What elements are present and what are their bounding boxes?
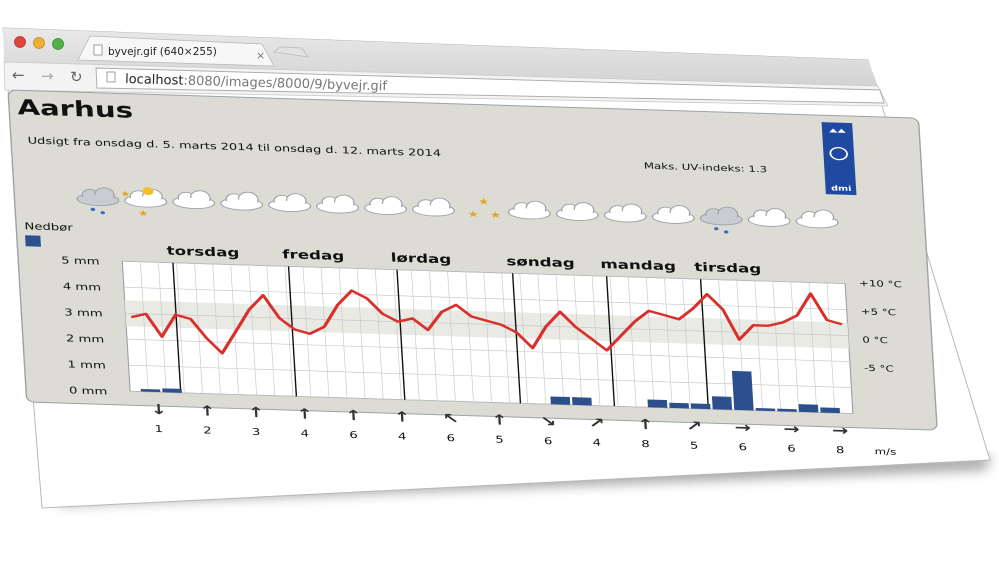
precip-legend-swatch (25, 235, 41, 247)
wind-direction-icon: ↗ (685, 417, 702, 434)
wind-speed: 4 (300, 427, 309, 439)
precip-bar (690, 403, 711, 410)
wind-direction-icon: ↑ (393, 408, 410, 425)
wind-direction-icon: ↑ (345, 407, 362, 424)
y-tick-label: 1 mm (67, 358, 106, 371)
precip-bar (669, 402, 689, 409)
star-icon: ★ (478, 196, 490, 207)
wind-speed: 6 (738, 441, 747, 453)
star-icon: ★ (120, 190, 131, 199)
dmi-logo-text: dmi (831, 184, 852, 193)
wind-direction-icon: → (831, 422, 848, 439)
page-icon (106, 71, 116, 83)
y2-tick-label: +5 °C (860, 307, 896, 318)
day-label: mandag (600, 258, 676, 274)
day-label: lørdag (390, 252, 451, 267)
precip-bar (820, 407, 840, 414)
precip-bar (550, 396, 571, 405)
y2-tick-label: +10 °C (859, 279, 902, 290)
wind-direction-icon: ↗ (588, 414, 605, 431)
wind-direction-icon: ↑ (199, 402, 216, 419)
y-tick-label: 4 mm (62, 280, 101, 293)
star-icon: ★ (490, 209, 502, 220)
tab-close-icon[interactable]: × (256, 49, 265, 62)
wind-speed: 5 (495, 433, 504, 445)
wind-direction-icon: ↖ (442, 410, 459, 427)
day-label: søndag (506, 255, 575, 270)
precip-bar (162, 388, 182, 393)
wind-direction-icon: → (783, 420, 800, 437)
star-icon: ★ (138, 209, 149, 218)
y2-tick-label: 0 °C (862, 335, 888, 346)
precip-bar (711, 396, 733, 410)
precip-bar (731, 370, 754, 411)
y-tick-label: 2 mm (66, 332, 105, 345)
reload-icon[interactable]: ↻ (70, 68, 83, 86)
weather-forecast-image: AarhusUdsigt fra onsdag d. 5. marts 2014… (7, 89, 938, 458)
wind-speed: 6 (787, 442, 796, 454)
y2-tick-label: -5 °C (864, 363, 894, 374)
day-label: fredag (282, 248, 345, 263)
wind-direction-icon: ↑ (247, 404, 264, 421)
y-tick-label: 3 mm (64, 306, 103, 319)
wind-speed: 4 (398, 430, 407, 442)
precip-bar (647, 399, 668, 408)
precip-bar (798, 404, 819, 413)
wind-speed: 6 (446, 432, 455, 444)
wind-speed: 5 (690, 439, 699, 451)
maximize-window-icon[interactable] (52, 38, 64, 50)
screenshot-stage: byvejr.gif (640×255) × ← → ↻ localhost:8… (0, 0, 999, 567)
wind-direction-icon: ↑ (296, 405, 313, 422)
wind-direction-icon: ↑ (491, 411, 508, 428)
city-title: Aarhus (17, 95, 134, 123)
minimize-window-icon[interactable] (33, 37, 45, 49)
wind-direction-icon: ↑ (637, 416, 654, 433)
back-arrow-icon[interactable]: ← (12, 66, 25, 84)
wind-speed: 6 (349, 429, 358, 441)
wind-direction-icon: ↘ (539, 413, 556, 430)
wind-speed: 4 (592, 436, 601, 448)
document-icon (93, 44, 103, 56)
close-window-icon[interactable] (14, 36, 26, 48)
day-label: torsdag (166, 245, 239, 260)
precip-label: Nedbør (24, 220, 73, 233)
wind-speed: 2 (203, 424, 212, 436)
wind-speed: 8 (836, 444, 845, 456)
wind-speed: 6 (544, 435, 553, 447)
star-icon: ★ (467, 209, 479, 220)
wind-direction-icon: ↓ (150, 401, 167, 418)
wind-speed: 3 (252, 426, 261, 438)
precip-bar (571, 397, 592, 406)
forecast-panel: AarhusUdsigt fra onsdag d. 5. marts 2014… (7, 89, 938, 458)
y-tick-label: 5 mm (61, 254, 100, 267)
wind-unit: m/s (874, 447, 896, 458)
perspective-scene: byvejr.gif (640×255) × ← → ↻ localhost:8… (2, 27, 992, 509)
wind-direction-icon: → (734, 419, 751, 436)
forward-arrow-icon[interactable]: → (41, 67, 54, 85)
y-tick-label: 0 mm (69, 384, 108, 397)
wind-speed: 8 (641, 438, 650, 450)
tab-title: byvejr.gif (640×255) (108, 46, 217, 58)
day-label: tirsdag (694, 261, 762, 276)
dmi-logo: dmi (821, 122, 857, 196)
wind-speed: 1 (154, 423, 163, 435)
